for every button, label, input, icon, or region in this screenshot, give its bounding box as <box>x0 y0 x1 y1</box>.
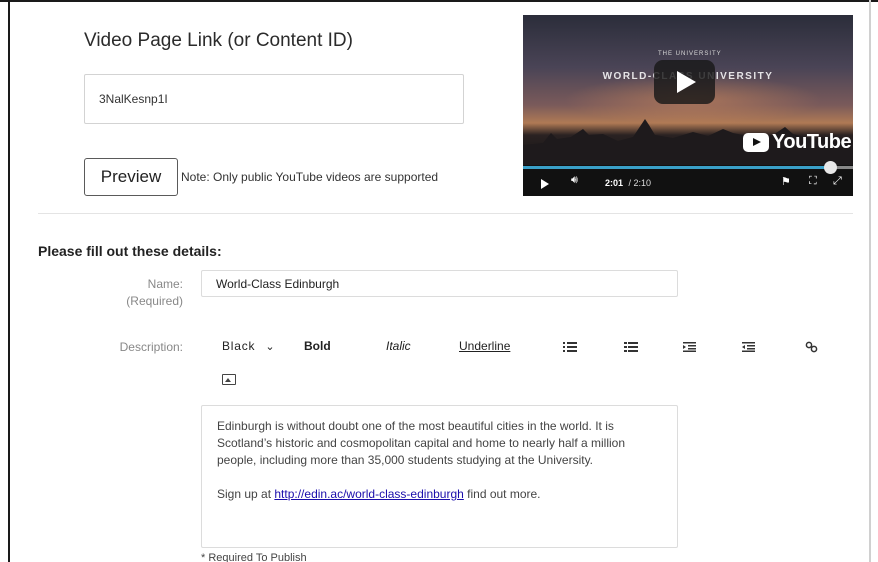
unordered-list-icon[interactable] <box>563 342 577 352</box>
window-left-border <box>8 0 10 562</box>
section-divider <box>38 213 853 214</box>
description-paragraph: Edinburgh is without doubt one of the mo… <box>217 419 626 467</box>
underline-button[interactable]: Underline <box>459 339 510 353</box>
description-editor[interactable]: Edinburgh is without doubt one of the mo… <box>201 405 678 548</box>
current-time: 2:01 <box>605 178 624 188</box>
window-right-border <box>869 0 871 562</box>
bold-button[interactable]: Bold <box>304 339 331 353</box>
video-crest-text: THE UNIVERSITY <box>658 51 722 57</box>
name-label-text: Name: <box>147 277 183 291</box>
video-thumbnail: THE UNIVERSITY WORLD-CLASS UNIVERSITY Yo… <box>523 15 853 165</box>
required-note: * Required To Publish <box>201 552 307 562</box>
description-link[interactable]: http://edin.ac/world-class-edinburgh <box>274 487 463 501</box>
link-icon[interactable] <box>805 341 818 353</box>
volume-icon[interactable]: 🔊︎ <box>571 174 578 187</box>
description-prefix: Sign up at <box>217 487 275 501</box>
indent-icon[interactable] <box>683 342 696 352</box>
video-id-input[interactable] <box>84 74 464 124</box>
ordered-list-icon[interactable] <box>624 342 638 352</box>
expand-icon[interactable]: ⛶ <box>809 175 817 188</box>
youtube-play-logo-icon <box>743 133 769 152</box>
name-label: Name: (Required) <box>100 276 183 310</box>
video-progress-bar[interactable] <box>523 161 853 174</box>
video-duration: / 2:10 <box>628 178 652 188</box>
video-link-label: Video Page Link (or Content ID) <box>84 30 353 51</box>
youtube-logo-text: YouTube <box>772 131 852 153</box>
youtube-logo[interactable]: YouTube <box>743 131 852 154</box>
name-required-text: (Required) <box>126 294 183 308</box>
window-top-border <box>0 0 878 8</box>
preview-button[interactable]: Preview <box>84 158 178 196</box>
chevron-down-icon: ⌄ <box>265 341 276 353</box>
description-label: Description: <box>119 340 183 354</box>
fullscreen-icon[interactable]: ⤢ <box>833 175 842 188</box>
text-color-label: Black <box>222 339 256 353</box>
details-heading: Please fill out these details: <box>38 243 222 259</box>
video-controls: 🔊︎ 2:01 / 2:10 ⚑ ⛶ ⤢ <box>523 172 853 196</box>
preview-note: Note: Only public YouTube videos are sup… <box>181 170 439 184</box>
play-icon[interactable] <box>654 60 715 104</box>
description-signup-line: Sign up at http://edin.ac/world-class-ed… <box>217 486 662 503</box>
video-player[interactable]: THE UNIVERSITY WORLD-CLASS UNIVERSITY Yo… <box>523 15 853 196</box>
name-input[interactable] <box>201 270 678 297</box>
description-suffix: find out more. <box>463 487 541 501</box>
text-color-dropdown[interactable]: Black ⌄ <box>222 339 275 353</box>
outdent-icon[interactable] <box>742 342 755 352</box>
video-progress-fill <box>523 166 830 169</box>
italic-button[interactable]: Italic <box>386 339 411 353</box>
image-icon[interactable] <box>222 374 236 385</box>
play-control-icon[interactable] <box>541 179 549 189</box>
flag-icon[interactable]: ⚑ <box>781 175 791 188</box>
video-time: 2:01 / 2:10 <box>605 178 651 188</box>
